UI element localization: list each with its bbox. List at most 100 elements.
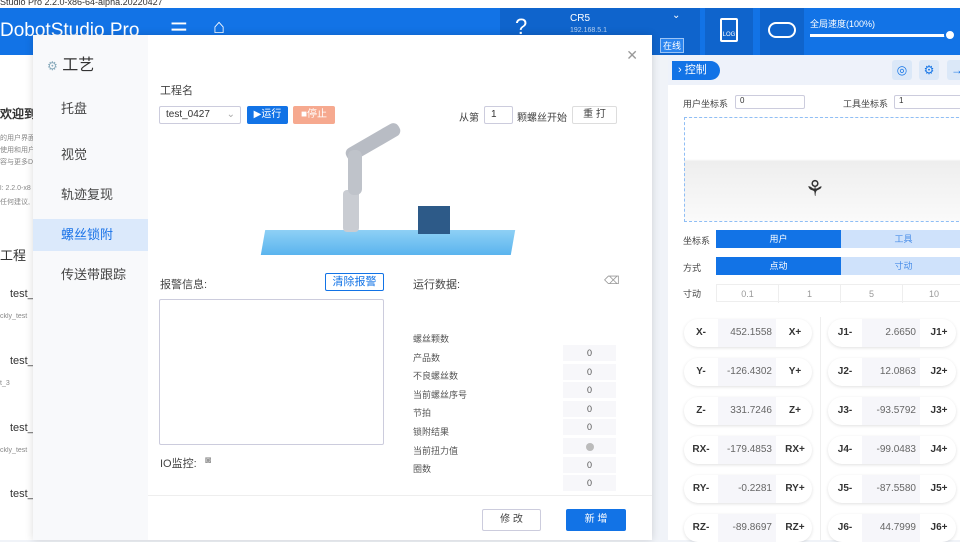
user-coord-label: 用户坐标系	[683, 99, 729, 109]
nav-vision[interactable]: 视觉	[33, 139, 148, 171]
project-item[interactable]: test_	[0, 355, 33, 367]
jog-plus-button[interactable]: J5+	[922, 475, 956, 503]
mode-jog[interactable]: 点动	[716, 257, 841, 275]
jog-minus-button[interactable]: J6-	[828, 514, 862, 542]
jog-plus-button[interactable]: J3+	[922, 397, 956, 425]
jog-value: -93.5792	[862, 397, 920, 425]
jog-value: -87.5580	[862, 475, 920, 503]
process-nav: ⚙ 工艺 托盘 视觉 轨迹复现 螺丝锁附 传送带跟踪	[33, 35, 148, 540]
jog-minus-button[interactable]: J2-	[828, 358, 862, 386]
jog-minus-button[interactable]: X-	[684, 319, 718, 347]
tool-coord-select[interactable]: 1	[894, 95, 960, 109]
jog-plus-button[interactable]: J1+	[922, 319, 956, 347]
jog-minus-button[interactable]: RX-	[684, 436, 718, 464]
enable-toggle[interactable]	[760, 8, 804, 55]
power-toggle-icon	[768, 22, 796, 38]
jog-plus-button[interactable]: Z+	[778, 397, 812, 425]
project-select[interactable]: test_0427 ⌄	[159, 106, 241, 124]
start-screw-input[interactable]: 1	[484, 106, 513, 124]
run-data-value-text: 0	[586, 478, 592, 489]
step-0-1[interactable]: 0.1	[717, 285, 779, 303]
run-data-label: 运行数据:	[413, 279, 461, 291]
jog-minus-button[interactable]: J3-	[828, 397, 862, 425]
exit-icon[interactable]: →	[947, 60, 960, 80]
control-toggle[interactable]: › 控制	[672, 61, 720, 80]
step-1[interactable]: 1	[779, 285, 841, 303]
project-value: test_0427	[166, 109, 210, 120]
robot-model-icon: ⚘	[805, 176, 825, 201]
projects-heading: 工程	[0, 248, 27, 263]
nav-trajectory[interactable]: 轨迹复现	[33, 179, 148, 211]
alarm-textarea[interactable]	[159, 299, 384, 445]
jog-value: 2.6650	[862, 319, 920, 347]
slider-knob[interactable]	[944, 29, 956, 41]
nav-pallet[interactable]: 托盘	[33, 93, 148, 125]
run-data-label: 当前扭力值	[413, 445, 459, 456]
step-5[interactable]: 5	[841, 285, 903, 303]
mode-step[interactable]: 寸动	[841, 257, 960, 275]
cartesian-jog-control: RZ- -89.8697 RZ+	[684, 514, 812, 542]
project-label: 工程名	[160, 85, 193, 97]
jog-value: 331.7246	[718, 397, 776, 425]
jog-value: -99.0483	[862, 436, 920, 464]
modify-button[interactable]: 修 改	[482, 509, 541, 531]
jog-plus-button[interactable]: RX+	[778, 436, 812, 464]
speed-slider[interactable]	[810, 29, 956, 41]
project-sub: t_3	[0, 380, 10, 387]
project-item[interactable]: test_	[0, 422, 33, 434]
robot-3d-view[interactable]: ⚘	[684, 117, 960, 222]
run-data-label: 圈数	[413, 464, 432, 475]
jog-minus-button[interactable]: J4-	[828, 436, 862, 464]
jog-plus-button[interactable]: J6+	[922, 514, 956, 542]
run-data-row: 螺丝颗数 0	[413, 332, 618, 361]
jog-minus-button[interactable]: J5-	[828, 475, 862, 503]
stop-button[interactable]: ■停止	[293, 106, 335, 124]
jog-minus-button[interactable]: RZ-	[684, 514, 718, 542]
jog-plus-button[interactable]: J4+	[922, 436, 956, 464]
retry-button[interactable]: 重 打	[572, 106, 617, 124]
locate-icon[interactable]: ◎	[892, 60, 912, 80]
run-data-row: 当前扭力值 0	[413, 444, 618, 473]
jog-minus-button[interactable]: RY-	[684, 475, 718, 503]
cartesian-jog-control: X- 452.1558 X+	[684, 319, 812, 347]
jog-plus-button[interactable]: RY+	[778, 475, 812, 503]
nav-conveyor[interactable]: 传送带跟踪	[33, 259, 148, 291]
coord-tool[interactable]: 工具	[841, 230, 960, 248]
run-data-label: 节拍	[413, 408, 432, 419]
footer-divider	[148, 495, 652, 496]
clear-alarm-button[interactable]: 清除报警	[325, 273, 384, 291]
add-button[interactable]: 新 增	[566, 509, 626, 531]
chevron-down-icon: ⌄	[672, 10, 681, 21]
coord-label: 坐标系	[683, 236, 711, 246]
jog-plus-button[interactable]: Y+	[778, 358, 812, 386]
jog-plus-button[interactable]: J2+	[922, 358, 956, 386]
jog-plus-button[interactable]: RZ+	[778, 514, 812, 542]
run-button[interactable]: ▶运行	[247, 106, 288, 124]
nav-screw-locking[interactable]: 螺丝锁附	[33, 219, 148, 251]
run-data-row: 当前螺丝序号 0	[413, 388, 618, 417]
run-data-label: 不良螺丝数	[413, 371, 459, 382]
jog-minus-button[interactable]: J1-	[828, 319, 862, 347]
project-item[interactable]: test_	[0, 488, 33, 500]
log-button[interactable]: LOG	[705, 8, 753, 55]
control-panel: › 控制 ◎ ⚙ → 用户坐标系 0 工具坐标系 1 ⚘ 坐标系 用户 工具 方式…	[668, 55, 960, 542]
jog-minus-button[interactable]: Y-	[684, 358, 718, 386]
user-coord-select[interactable]: 0	[735, 95, 805, 109]
gear-icon[interactable]: ⚙	[919, 60, 939, 80]
window-title: Studio Pro 2.2.0-x86-64-alpha.20220427	[0, 0, 960, 8]
jog-minus-button[interactable]: Z-	[684, 397, 718, 425]
close-icon[interactable]: ✕	[626, 47, 638, 64]
project-item[interactable]: test_	[0, 288, 33, 300]
joint-jog-control: J5- -87.5580 J5+	[828, 475, 956, 503]
jog-plus-button[interactable]: X+	[778, 319, 812, 347]
coord-toggle: 用户 工具	[716, 230, 960, 248]
dialog-title: ⚙ 工艺	[47, 51, 94, 75]
step-10[interactable]: 10	[903, 285, 960, 303]
run-data-row: 产品数 0	[413, 351, 618, 380]
process-dialog: ⚙ 工艺 托盘 视觉 轨迹复现 螺丝锁附 传送带跟踪 ✕ 工程名 test_04…	[33, 35, 652, 540]
control-toolbar: › 控制 ◎ ⚙ →	[668, 55, 960, 85]
clear-data-icon[interactable]: ⌫	[604, 274, 620, 287]
robot-illustration	[260, 120, 516, 260]
io-monitor-icon[interactable]: ◙	[205, 455, 211, 466]
coord-user[interactable]: 用户	[716, 230, 841, 248]
